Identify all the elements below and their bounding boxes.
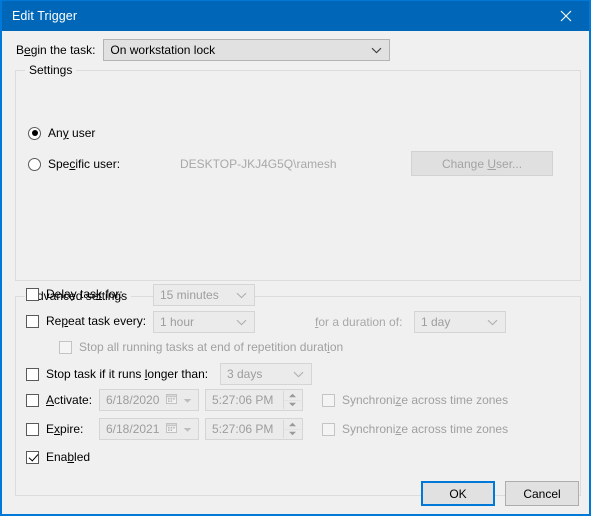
- activate-time-spinner: [283, 391, 301, 409]
- calendar-icon: [166, 393, 177, 407]
- checkbox-expire-label: Expire:: [46, 422, 84, 436]
- radio-specific-user-label: Specific user:: [48, 157, 121, 171]
- checkbox-sync-timezones-activate: Synchronize across time zones: [322, 393, 508, 407]
- checkbox-delay-task-box[interactable]: [26, 287, 39, 301]
- checkbox-sync-timezones-activate-label: Synchronize across time zones: [342, 393, 509, 407]
- chevron-down-icon: [236, 315, 247, 329]
- checkbox-expire-box[interactable]: [26, 422, 39, 436]
- radio-specific-user-indicator[interactable]: [28, 157, 41, 171]
- delay-task-value: 15 minutes: [160, 288, 219, 302]
- checkbox-activate[interactable]: Activate:: [26, 393, 92, 407]
- checkbox-repeat-task[interactable]: Repeat task every:: [26, 314, 146, 328]
- checkbox-sync-timezones-expire: Synchronize across time zones: [322, 422, 508, 436]
- repeat-task-combobox: 1 hour: [153, 311, 255, 333]
- checkbox-sync-timezones-activate-box: [322, 393, 335, 407]
- activate-date-field: 6/18/2020: [99, 389, 199, 411]
- stop-task-value: 3 days: [227, 367, 263, 381]
- edit-trigger-dialog: Edit Trigger Begin the task: On workstat…: [0, 0, 591, 516]
- ok-button[interactable]: OK: [421, 481, 495, 506]
- specific-user-name: DESKTOP-JKJ4G5Q\ramesh: [180, 157, 337, 171]
- spinner-down-icon: [284, 430, 301, 439]
- checkbox-sync-timezones-expire-label: Synchronize across time zones: [342, 422, 509, 436]
- activate-time-value: 5:27:06 PM: [212, 393, 274, 407]
- calendar-icon: [166, 422, 177, 436]
- cancel-button[interactable]: Cancel: [505, 481, 579, 506]
- checkbox-delay-task[interactable]: Delay task for:: [26, 287, 123, 301]
- begin-task-value: On workstation lock: [110, 43, 216, 57]
- expire-time-spinner: [283, 420, 301, 438]
- change-user-button-label: Change User...: [441, 156, 523, 171]
- begin-task-label: Begin the task:: [16, 43, 96, 57]
- checkbox-delay-task-label: Delay task for:: [46, 287, 123, 301]
- radio-any-user-indicator[interactable]: [28, 126, 41, 140]
- chevron-down-icon: [236, 288, 247, 302]
- activate-date-value: 6/18/2020: [106, 393, 160, 407]
- settings-group-title: Settings: [25, 63, 77, 77]
- expire-date-value: 6/18/2021: [106, 422, 160, 436]
- checkbox-stop-task-longer-than[interactable]: Stop task if it runs longer than:: [26, 367, 208, 381]
- repeat-task-value: 1 hour: [160, 315, 195, 329]
- checkbox-expire[interactable]: Expire:: [26, 422, 83, 436]
- close-button[interactable]: [543, 1, 589, 31]
- cancel-button-label: Cancel: [523, 486, 561, 501]
- spinner-down-icon: [284, 401, 301, 410]
- checkbox-sync-timezones-expire-box: [322, 422, 335, 436]
- checkbox-enabled-box[interactable]: [26, 450, 39, 464]
- window-title: Edit Trigger: [12, 9, 78, 23]
- duration-combobox: 1 day: [414, 311, 506, 333]
- checkbox-repeat-task-box[interactable]: [26, 314, 39, 328]
- spinner-up-icon: [284, 420, 301, 430]
- checkbox-activate-box[interactable]: [26, 393, 39, 407]
- begin-task-row: Begin the task: On workstation lock: [16, 39, 391, 61]
- close-icon: [560, 10, 572, 22]
- duration-value: 1 day: [421, 315, 451, 329]
- delay-task-combobox: 15 minutes: [153, 284, 255, 306]
- chevron-down-icon: [371, 43, 382, 57]
- title-bar: Edit Trigger: [2, 1, 589, 31]
- checkbox-activate-label: Activate:: [46, 393, 93, 407]
- expire-time-value: 5:27:06 PM: [212, 422, 274, 436]
- chevron-down-icon: [487, 315, 498, 329]
- activate-time-field: 5:27:06 PM: [205, 389, 303, 411]
- ok-button-label: OK: [449, 486, 467, 501]
- expire-time-field: 5:27:06 PM: [205, 418, 303, 440]
- change-user-button: Change User...: [411, 151, 553, 176]
- checkbox-stop-all-running-tasks-label: Stop all running tasks at end of repetit…: [79, 340, 344, 354]
- begin-task-combobox[interactable]: On workstation lock: [103, 39, 391, 61]
- spinner-up-icon: [284, 391, 301, 401]
- chevron-down-icon: [183, 422, 192, 436]
- radio-any-user[interactable]: Any user: [28, 126, 95, 140]
- checkbox-enabled-label: Enabled: [46, 450, 91, 464]
- stop-task-combobox: 3 days: [220, 363, 312, 385]
- checkbox-stop-task-longer-than-box[interactable]: [26, 367, 39, 381]
- checkbox-stop-all-running-tasks-box: [59, 340, 72, 354]
- dialog-body: Begin the task: On workstation lock Sett…: [2, 31, 589, 514]
- duration-label: for a duration of:: [315, 315, 403, 329]
- checkbox-repeat-task-label: Repeat task every:: [46, 314, 147, 328]
- checkbox-enabled[interactable]: Enabled: [26, 450, 90, 464]
- radio-any-user-label: Any user: [48, 126, 96, 140]
- expire-date-field: 6/18/2021: [99, 418, 199, 440]
- checkbox-stop-all-running-tasks: Stop all running tasks at end of repetit…: [59, 340, 343, 354]
- chevron-down-icon: [183, 393, 192, 407]
- chevron-down-icon: [293, 367, 304, 381]
- radio-specific-user[interactable]: Specific user:: [28, 157, 120, 171]
- checkbox-stop-task-longer-than-label: Stop task if it runs longer than:: [46, 367, 209, 381]
